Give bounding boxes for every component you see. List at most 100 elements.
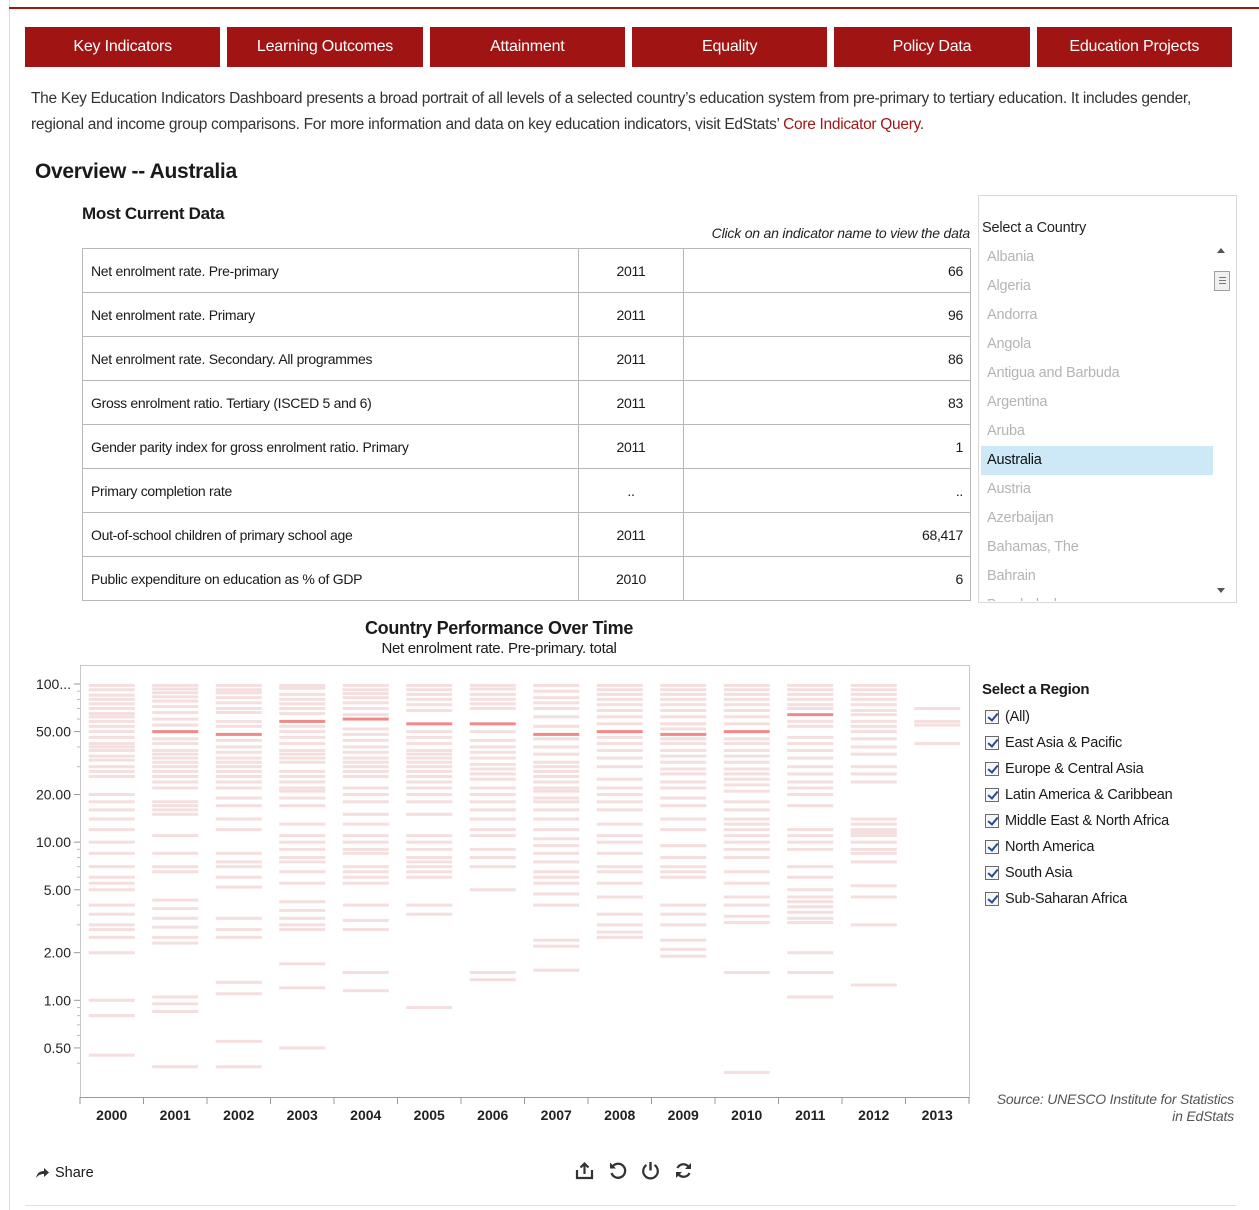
- export-icon[interactable]: [574, 1160, 595, 1181]
- country-mark: [88, 828, 135, 832]
- country-mark: [152, 756, 199, 760]
- country-mark: [787, 804, 834, 808]
- checkbox-checked-icon[interactable]: [985, 814, 999, 828]
- region-option-sub-saharan-africa[interactable]: Sub-Saharan Africa: [985, 886, 1173, 912]
- country-mark: [279, 692, 326, 696]
- indicator-name[interactable]: Out-of-school children of primary school…: [82, 512, 579, 557]
- country-mark: [723, 692, 770, 696]
- checkbox-checked-icon[interactable]: [985, 762, 999, 776]
- country-mark: [279, 881, 326, 885]
- tab-key-indicators[interactable]: Key Indicators: [25, 27, 221, 67]
- country-mark: [787, 793, 834, 797]
- indicator-name[interactable]: Net enrolment rate. Pre-primary: [82, 248, 579, 293]
- scroll-thumb[interactable]: [1214, 271, 1230, 291]
- country-mark: [533, 745, 580, 749]
- country-mark: [660, 715, 707, 719]
- country-mark: [723, 840, 770, 844]
- country-mark: [342, 706, 389, 710]
- core-indicator-query-link[interactable]: Core Indicator Query: [783, 116, 920, 133]
- checkbox-checked-icon[interactable]: [985, 866, 999, 880]
- country-mark: [88, 881, 135, 885]
- country-item[interactable]: Austria: [981, 475, 1213, 504]
- tab-equality[interactable]: Equality: [631, 27, 828, 67]
- country-mark: [596, 715, 643, 719]
- country-mark: [279, 748, 326, 752]
- region-option-east-asia-pacific[interactable]: East Asia & Pacific: [985, 730, 1173, 756]
- checkbox-checked-icon[interactable]: [985, 710, 999, 724]
- country-mark: [279, 712, 326, 716]
- country-mark: [723, 847, 770, 851]
- region-option-south-asia[interactable]: South Asia: [985, 860, 1173, 886]
- country-mark: [88, 730, 135, 734]
- region-option-middle-east-north-africa[interactable]: Middle East & North Africa: [985, 808, 1173, 834]
- country-mark: [88, 735, 135, 739]
- country-mark: [723, 708, 770, 712]
- checkbox-checked-icon[interactable]: [985, 840, 999, 854]
- scroll-up-arrow-icon[interactable]: [1217, 248, 1225, 253]
- country-item[interactable]: Albania: [981, 243, 1213, 272]
- refresh-icon[interactable]: [673, 1160, 694, 1181]
- country-mark: [406, 752, 453, 756]
- country-mark: [152, 737, 199, 741]
- country-mark: [787, 703, 834, 707]
- indicator-name[interactable]: Primary completion rate: [82, 468, 579, 513]
- indicator-name[interactable]: Gross enrolment ratio. Tertiary (ISCED 5…: [82, 380, 579, 425]
- country-item[interactable]: Azerbaijan: [981, 504, 1213, 533]
- share-button[interactable]: Share: [35, 1165, 94, 1181]
- region-option-europe-central-asia[interactable]: Europe & Central Asia: [985, 756, 1173, 782]
- highlight-mark: [469, 722, 516, 726]
- country-mark: [850, 745, 897, 749]
- indicator-name[interactable]: Net enrolment rate. Secondary. All progr…: [82, 336, 579, 381]
- country-mark: [787, 834, 834, 838]
- country-mark: [660, 938, 707, 942]
- country-mark: [279, 900, 326, 904]
- country-item[interactable]: Bahamas, The: [981, 533, 1213, 562]
- indicator-year: 2011: [578, 380, 684, 425]
- revert-icon[interactable]: [607, 1160, 628, 1181]
- country-mark: [723, 914, 770, 918]
- country-mark: [723, 737, 770, 741]
- x-tick-label: 2005: [414, 1107, 445, 1123]
- country-mark: [88, 724, 135, 728]
- country-item[interactable]: Andorra: [981, 301, 1213, 330]
- country-item-selected[interactable]: Australia: [981, 446, 1213, 475]
- performance-chart[interactable]: 100... 50.00 20.00 10.00 5.00 2.00 1.00 0.50 20…: [0, 660, 975, 1130]
- checkbox-checked-icon[interactable]: [985, 788, 999, 802]
- country-mark: [469, 828, 516, 832]
- checkbox-checked-icon[interactable]: [985, 892, 999, 906]
- tab-education-projects[interactable]: Education Projects: [1036, 27, 1232, 67]
- tab-attainment[interactable]: Attainment: [429, 27, 625, 67]
- checkbox-checked-icon[interactable]: [985, 736, 999, 750]
- country-item[interactable]: Bangladesh: [981, 591, 1213, 601]
- power-icon[interactable]: [640, 1160, 661, 1181]
- tab-learning-outcomes[interactable]: Learning Outcomes: [227, 27, 423, 67]
- region-option-north-america[interactable]: North America: [985, 834, 1173, 860]
- indicator-name[interactable]: Net enrolment rate. Primary: [82, 292, 579, 337]
- country-item[interactable]: Antigua and Barbuda: [981, 359, 1213, 388]
- country-mark: [215, 738, 262, 742]
- country-mark: [152, 683, 199, 687]
- country-mark: [723, 742, 770, 746]
- country-list-scrollbar[interactable]: [1213, 243, 1231, 601]
- country-mark: [787, 742, 834, 746]
- country-list[interactable]: Albania Algeria Andorra Angola Antigua a…: [981, 243, 1213, 601]
- country-mark: [914, 723, 961, 727]
- x-tick-label: 2002: [223, 1107, 254, 1123]
- country-mark: [660, 875, 707, 879]
- country-mark: [279, 834, 326, 838]
- scroll-down-arrow-icon[interactable]: [1217, 588, 1225, 593]
- indicator-name[interactable]: Public expenditure on education as % of …: [82, 556, 579, 601]
- country-item[interactable]: Bahrain: [981, 562, 1213, 591]
- country-item[interactable]: Aruba: [981, 417, 1213, 446]
- region-option-latin-america-caribbean[interactable]: Latin America & Caribbean: [985, 782, 1173, 808]
- country-item[interactable]: Argentina: [981, 388, 1213, 417]
- tab-policy-data[interactable]: Policy Data: [834, 27, 1030, 67]
- country-mark: [723, 703, 770, 707]
- country-item[interactable]: Algeria: [981, 272, 1213, 301]
- country-mark: [469, 786, 516, 790]
- country-item[interactable]: Angola: [981, 330, 1213, 359]
- indicator-name[interactable]: Gender parity index for gross enrolment …: [82, 424, 579, 469]
- country-mark: [342, 793, 389, 797]
- indicator-value: 96: [683, 292, 971, 337]
- region-option-all[interactable]: (All): [985, 704, 1173, 730]
